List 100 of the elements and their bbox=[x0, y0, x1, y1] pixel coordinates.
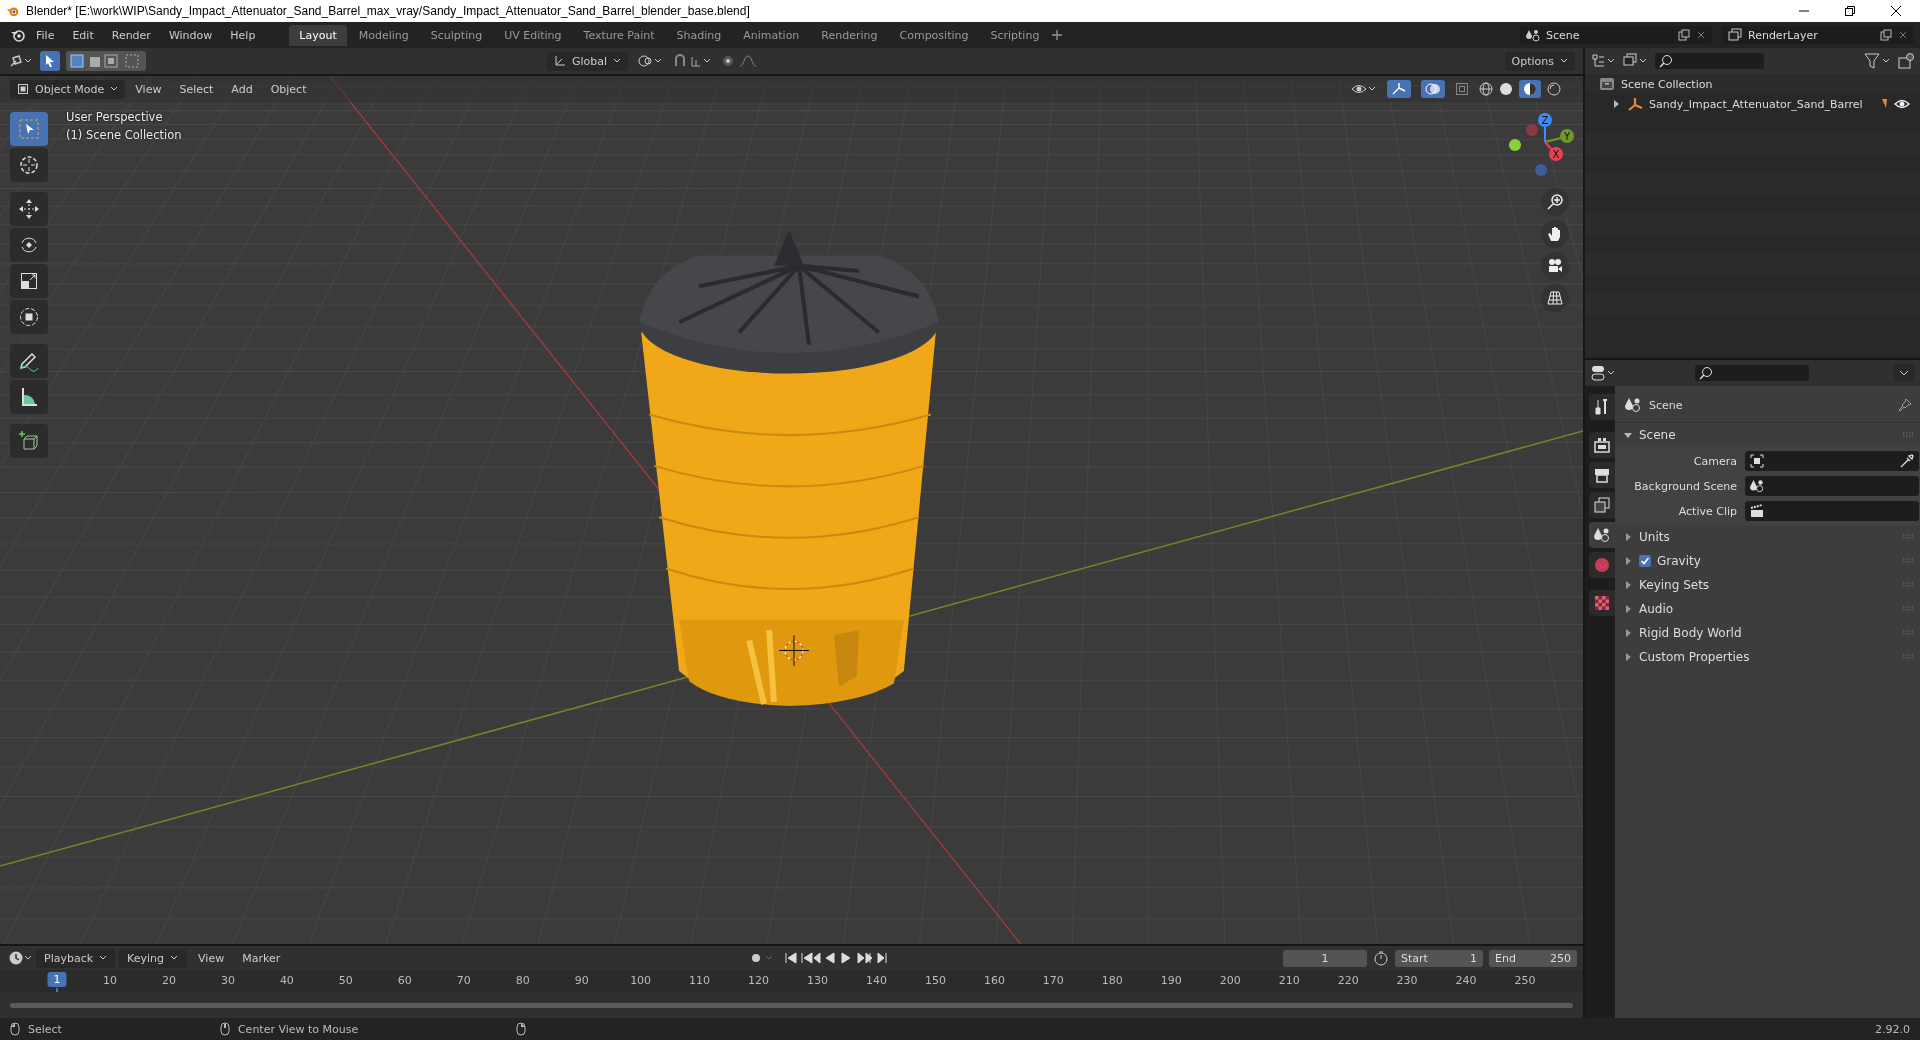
overlay-icon bbox=[1425, 82, 1441, 96]
properties-tab[interactable] bbox=[1589, 462, 1615, 488]
workspace-tab[interactable]: Layout bbox=[289, 24, 347, 46]
stopwatch-icon[interactable] bbox=[1373, 950, 1389, 966]
close-icon[interactable] bbox=[1890, 5, 1902, 17]
overlay-toggle[interactable] bbox=[1421, 80, 1445, 98]
tool-button[interactable] bbox=[10, 192, 48, 226]
drag-handle-icon[interactable] bbox=[1902, 534, 1914, 540]
editor-type-icon[interactable] bbox=[8, 53, 34, 69]
drag-handle-icon[interactable] bbox=[1902, 432, 1914, 438]
menu-item[interactable]: View bbox=[127, 79, 170, 99]
render-camera-icon bbox=[1594, 437, 1610, 453]
menu-item[interactable]: Add bbox=[223, 79, 261, 99]
select-mode-button[interactable] bbox=[40, 51, 60, 71]
workspace-tab[interactable]: Rendering bbox=[811, 24, 888, 46]
workspace-tab[interactable]: Compositing bbox=[889, 24, 979, 46]
add-icon[interactable] bbox=[1051, 29, 1064, 41]
eye-icon[interactable] bbox=[1894, 98, 1910, 110]
workspace-tab[interactable]: Animation bbox=[733, 24, 810, 46]
select-modes-icon bbox=[70, 54, 142, 68]
datablock-field[interactable] bbox=[1745, 476, 1919, 496]
eyedropper-icon[interactable] bbox=[1900, 454, 1914, 468]
search-field[interactable] bbox=[1655, 53, 1764, 69]
menu-item[interactable]: Marker bbox=[234, 948, 289, 968]
tool-button[interactable] bbox=[10, 228, 48, 262]
options-dropdown[interactable]: Options bbox=[1504, 51, 1575, 71]
datablock-field[interactable] bbox=[1745, 501, 1919, 521]
visibility-icon[interactable] bbox=[1351, 82, 1377, 96]
menu-item[interactable]: Object bbox=[262, 79, 315, 99]
wireframe-shading-icon[interactable] bbox=[1479, 82, 1493, 96]
panel-header[interactable]: Audio bbox=[1615, 597, 1920, 621]
properties-tab[interactable] bbox=[1589, 492, 1615, 518]
workspace-tab[interactable]: Texture Paint bbox=[573, 24, 665, 46]
filter-icon[interactable] bbox=[1864, 53, 1892, 69]
panel-header[interactable]: Custom Properties bbox=[1615, 645, 1920, 669]
menu-item[interactable]: File bbox=[28, 25, 63, 45]
panel-header[interactable]: Keying Sets bbox=[1615, 573, 1920, 597]
tool-button[interactable] bbox=[10, 344, 48, 378]
start-frame-field[interactable]: Start 1 bbox=[1395, 949, 1483, 967]
blender-logo-icon[interactable] bbox=[10, 27, 26, 43]
restore-icon[interactable] bbox=[1844, 5, 1856, 17]
panel-header[interactable]: Units bbox=[1615, 525, 1920, 549]
workspace-tab[interactable]: Shading bbox=[666, 24, 732, 46]
scene-selector[interactable]: Scene bbox=[1520, 26, 1712, 44]
drag-handle-icon[interactable] bbox=[1902, 582, 1914, 588]
workspace-tab[interactable]: Sculpting bbox=[420, 24, 493, 46]
rendered-shading-icon[interactable] bbox=[1547, 82, 1561, 96]
properties-tab[interactable] bbox=[1589, 394, 1615, 420]
new-collection-icon[interactable] bbox=[1898, 53, 1914, 69]
menu-item[interactable]: Window bbox=[160, 25, 221, 45]
outliner-editor-icon[interactable] bbox=[1591, 53, 1617, 69]
menu-item[interactable]: Help bbox=[222, 25, 264, 45]
snap-icon[interactable] bbox=[674, 54, 713, 68]
menu-item[interactable]: Select bbox=[171, 79, 222, 99]
scrollbar[interactable] bbox=[10, 1002, 1573, 1008]
tool-button[interactable] bbox=[10, 424, 48, 458]
menu-item[interactable]: View bbox=[190, 948, 233, 968]
search-field[interactable] bbox=[1695, 365, 1809, 381]
datablock-field[interactable] bbox=[1745, 451, 1919, 471]
display-mode-icon[interactable] bbox=[1623, 53, 1649, 69]
gizmo-icon bbox=[1391, 82, 1407, 96]
gizmo-toggle[interactable] bbox=[1387, 80, 1411, 98]
end-frame-field[interactable]: End 250 bbox=[1489, 949, 1577, 967]
clock-editor-icon[interactable] bbox=[8, 950, 34, 966]
tool-button[interactable] bbox=[10, 148, 48, 182]
drag-handle-icon[interactable] bbox=[1902, 630, 1914, 636]
menu-item[interactable]: Edit bbox=[64, 25, 102, 45]
properties-tab[interactable] bbox=[1589, 522, 1615, 548]
menu-item[interactable]: Render bbox=[103, 25, 159, 45]
workspace-tab[interactable]: Scripting bbox=[980, 24, 1050, 46]
pin-icon[interactable] bbox=[1898, 398, 1912, 412]
material-shading-toggle[interactable] bbox=[1519, 80, 1541, 98]
tool-button[interactable] bbox=[10, 380, 48, 414]
disclosure-triangle-icon bbox=[1623, 532, 1633, 542]
properties-tab[interactable] bbox=[1589, 432, 1615, 458]
playback-controls-icon[interactable] bbox=[784, 951, 889, 965]
tool-button[interactable] bbox=[10, 264, 48, 298]
frame-number: 180 bbox=[1101, 974, 1123, 987]
menu-item[interactable]: Playback bbox=[36, 948, 116, 968]
view-layer-selector[interactable]: RenderLayer bbox=[1722, 26, 1914, 44]
collection-label: (1) Scene Collection bbox=[66, 128, 182, 142]
selection-mode-button[interactable] bbox=[66, 51, 146, 71]
workspace-tab[interactable]: UV Editing bbox=[494, 24, 572, 46]
menu-item[interactable]: Keying bbox=[119, 948, 187, 968]
tool-button[interactable] bbox=[10, 300, 48, 334]
copy-icon[interactable] bbox=[1678, 29, 1690, 41]
panel-header[interactable]: Gravity bbox=[1615, 549, 1920, 573]
drag-handle-icon[interactable] bbox=[1902, 606, 1914, 612]
drag-handle-icon[interactable] bbox=[1902, 558, 1914, 564]
drag-handle-icon[interactable] bbox=[1902, 654, 1914, 660]
current-frame-field[interactable]: 1 bbox=[1283, 949, 1367, 967]
copy-icon[interactable] bbox=[1880, 29, 1892, 41]
options-button[interactable] bbox=[1894, 364, 1914, 382]
checkbox[interactable] bbox=[1639, 555, 1651, 567]
workspace-tab[interactable]: Modeling bbox=[348, 24, 419, 46]
orientation-dropdown[interactable]: Global bbox=[547, 51, 629, 71]
disclosure-triangle-icon[interactable] bbox=[1611, 99, 1621, 109]
xray-icon[interactable] bbox=[1455, 82, 1469, 96]
solid-shading-icon[interactable] bbox=[1499, 82, 1513, 96]
panel-header[interactable]: Rigid Body World bbox=[1615, 621, 1920, 645]
